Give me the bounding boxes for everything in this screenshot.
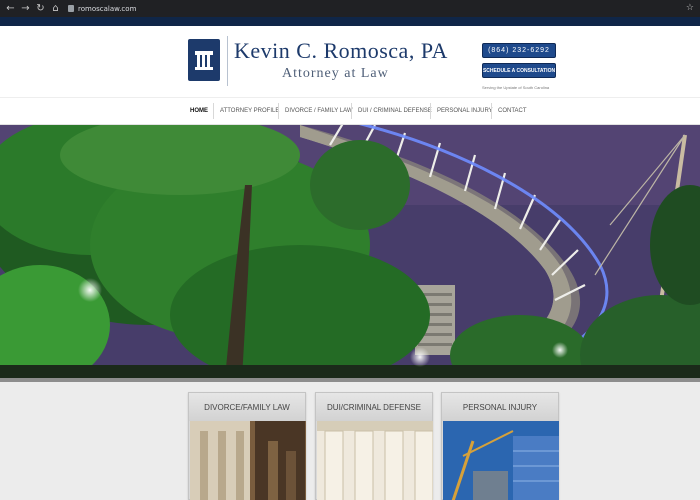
browser-toolbar: ← → ↻ ⌂ romoscalaw.com ☆ [0,0,700,17]
nav-personal-injury[interactable]: PERSONAL INJURY [437,108,493,114]
practice-card-personal-injury[interactable]: PERSONAL INJURY [441,392,559,500]
nav-attorney-profile[interactable]: ATTORNEY PROFILE [220,108,279,114]
star-icon[interactable]: ☆ [686,3,694,13]
nav-divorce-family-law[interactable]: DIVORCE / FAMILY LAW [285,108,353,114]
practice-card-divorce-family-law[interactable]: DIVORCE/FAMILY LAW [188,392,306,500]
practice-areas: DIVORCE/FAMILY LAW DUI/CRIMINAL DEFENSE [0,382,700,500]
nav-contact[interactable]: CONTACT [498,108,527,114]
nav-dui-criminal-defense[interactable]: DUI / CRIMINAL DEFENSE [358,108,432,114]
back-icon[interactable]: ← [6,3,15,14]
firm-subtitle: Attorney at Law [282,66,389,81]
card-image-construction[interactable] [443,421,559,500]
logo-divider [227,36,228,86]
nav-divider [351,103,352,119]
firm-name[interactable]: Kevin C. Romosca, PA [234,38,448,64]
lock-icon [68,5,74,12]
site-header: Kevin C. Romosca, PA Attorney at Law (86… [0,26,700,97]
nav-divider [278,103,279,119]
nav-divider [430,103,431,119]
hero-image [0,125,700,378]
nav-home[interactable]: HOME [190,108,208,114]
main-nav: HOME ATTORNEY PROFILE DIVORCE / FAMILY L… [0,97,700,125]
address-bar[interactable]: romoscalaw.com [68,5,136,13]
card-title[interactable]: PERSONAL INJURY [442,393,558,421]
forward-icon[interactable]: → [21,3,30,14]
card-title[interactable]: DUI/CRIMINAL DEFENSE [316,393,432,421]
serving-tagline: Serving the Upstate of South Carolina [482,85,550,90]
card-image-family[interactable] [190,421,306,500]
logo-column-icon[interactable] [188,39,220,81]
url-text[interactable]: romoscalaw.com [78,5,136,13]
schedule-consultation-button[interactable]: SCHEDULE A CONSULTATION [482,63,556,78]
card-image-columns[interactable] [317,421,433,500]
nav-divider [213,103,214,119]
hero-bridge-illustration [0,125,700,378]
practice-card-dui-criminal-defense[interactable]: DUI/CRIMINAL DEFENSE [315,392,433,500]
reload-icon[interactable]: ↻ [36,3,45,14]
browser-nav: ← → ↻ ⌂ [6,3,60,14]
top-accent-bar [0,17,700,26]
home-icon[interactable]: ⌂ [51,3,60,14]
phone-button[interactable]: (864) 232-6292 [482,43,556,58]
nav-divider [491,103,492,119]
card-title[interactable]: DIVORCE/FAMILY LAW [189,393,305,421]
